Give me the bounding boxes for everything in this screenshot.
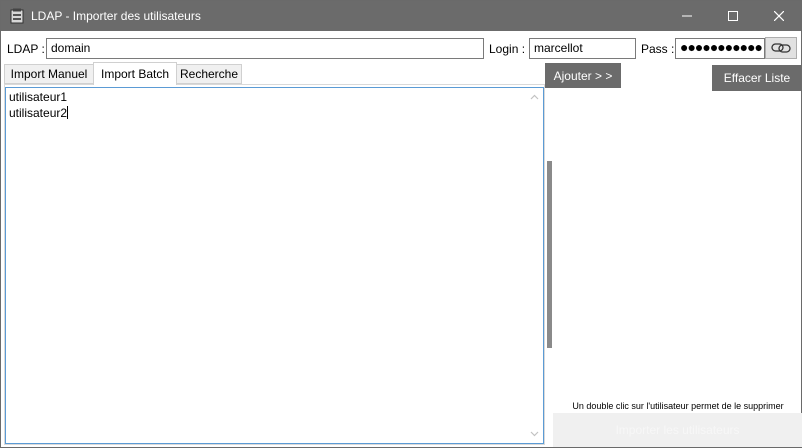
ldap-input[interactable]: domain — [46, 38, 484, 59]
app-icon — [10, 8, 24, 24]
batch-users-textarea[interactable]: utilisateur1 utilisateur2 — [5, 87, 544, 444]
tab-import-manuel[interactable]: Import Manuel — [4, 64, 94, 84]
title-bar[interactable]: LDAP - Importer des utilisateurs — [1, 1, 801, 31]
user-list-scrollbar[interactable] — [547, 161, 552, 348]
app-window: LDAP - Importer des utilisateurs LDAP : … — [0, 0, 802, 448]
text-caret — [67, 106, 69, 119]
delete-hint: Un double clic sur l'utilisateur permet … — [572, 401, 784, 411]
scroll-down-icon[interactable] — [530, 429, 539, 438]
link-icon — [771, 43, 791, 53]
tab-recherche[interactable]: Recherche — [176, 64, 242, 84]
import-users-button[interactable]: Importer les utilisateurs — [553, 413, 802, 447]
clear-list-button[interactable]: Effacer Liste — [712, 65, 802, 91]
textarea-scrollbar[interactable] — [526, 88, 543, 443]
ldap-label: LDAP : — [7, 42, 45, 56]
batch-line: utilisateur2 — [9, 106, 68, 120]
login-input[interactable]: marcellot — [529, 38, 636, 59]
add-button[interactable]: Ajouter > > — [545, 63, 621, 88]
maximize-button[interactable] — [710, 1, 756, 31]
minimize-button[interactable] — [664, 1, 710, 31]
pass-label: Pass : — [641, 42, 675, 56]
connect-button[interactable] — [765, 37, 797, 59]
login-label: Login : — [489, 42, 526, 56]
scroll-up-icon[interactable] — [530, 93, 539, 102]
close-icon — [774, 11, 784, 21]
maximize-icon — [728, 11, 738, 21]
close-button[interactable] — [756, 1, 802, 31]
password-input[interactable]: ●●●●●●●●●●● — [675, 38, 765, 59]
window-title: LDAP - Importer des utilisateurs — [31, 9, 201, 23]
batch-line: utilisateur1 — [9, 90, 68, 104]
batch-line-with-caret: utilisateur2 — [9, 106, 69, 120]
tab-import-batch[interactable]: Import Batch — [93, 62, 177, 85]
minimize-icon — [682, 15, 692, 17]
